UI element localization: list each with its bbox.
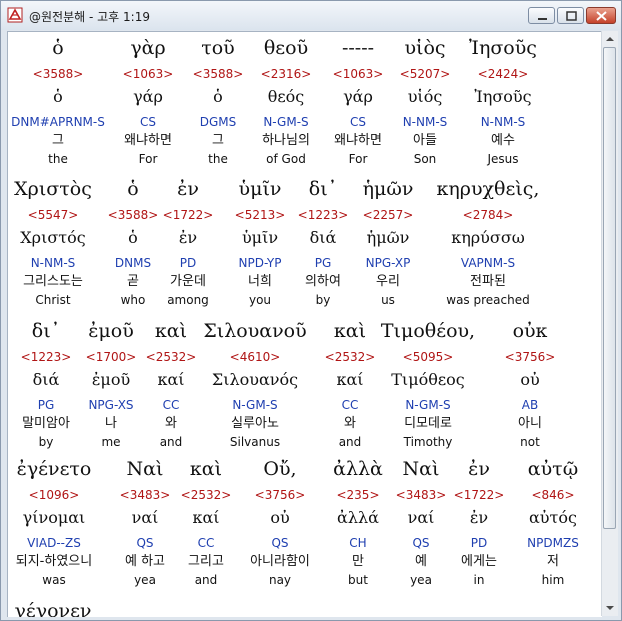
scroll-up-arrow-icon[interactable]	[602, 31, 618, 47]
lemma: Ἰησοῦς	[474, 87, 532, 106]
korean-gloss: 아니	[518, 416, 542, 431]
app-window: @원전분해 - 고후 1:19 ὁ <3588> ὁ DNM#APRNM-S 그 the γ…	[0, 0, 622, 621]
english-gloss: was preached	[446, 293, 530, 307]
greek-word[interactable]: οὐκ	[470, 319, 590, 343]
window-title: @원전분해 - 고후 1:19	[29, 10, 150, 24]
app-icon	[7, 7, 23, 23]
strongs-number: <3756>	[504, 350, 556, 364]
scrollbar-thumb[interactable]	[603, 47, 616, 529]
english-gloss: not	[520, 435, 540, 449]
korean-gloss: 전파된	[470, 274, 506, 289]
strongs-number: <2784>	[462, 208, 514, 222]
maximize-button[interactable]	[557, 7, 584, 24]
greek-word[interactable]: Ἰησοῦς	[443, 36, 563, 60]
greek-word[interactable]: αὐτῷ	[493, 457, 602, 481]
minimize-button[interactable]	[528, 7, 555, 24]
minimize-icon	[538, 18, 547, 20]
parsing-code: NPDMZS	[527, 536, 579, 550]
parsing-code: AB	[521, 398, 539, 412]
korean-gloss: 예수	[491, 133, 515, 148]
lemma: κηρύσσω	[451, 228, 525, 247]
close-button[interactable]	[586, 7, 616, 24]
maximize-icon	[566, 11, 577, 21]
parsing-code: N-NM-S	[480, 115, 526, 129]
strongs-number: <2424>	[477, 67, 529, 81]
close-icon	[596, 11, 607, 21]
scroll-down-arrow-icon[interactable]	[602, 600, 618, 616]
english-gloss: Jesus	[487, 152, 519, 166]
analysis-pane[interactable]: ὁ <3588> ὁ DNM#APRNM-S 그 the γὰρ <1063> γάρ CS 왜냐하…	[7, 31, 602, 617]
greek-word[interactable]: γέγονεν	[8, 599, 113, 617]
english-gloss: him	[541, 573, 565, 587]
lemma: αὐτός	[529, 508, 577, 527]
title-bar[interactable]: @원전분해 - 고후 1:19	[1, 1, 621, 30]
korean-gloss: 저	[547, 554, 559, 569]
strongs-number: <846>	[531, 488, 575, 502]
lemma: οὐ	[520, 370, 540, 389]
parsing-code: VAPNM-S	[460, 256, 516, 270]
greek-word[interactable]: κηρυχθεὶς,	[428, 177, 548, 201]
vertical-scrollbar[interactable]	[601, 31, 618, 616]
